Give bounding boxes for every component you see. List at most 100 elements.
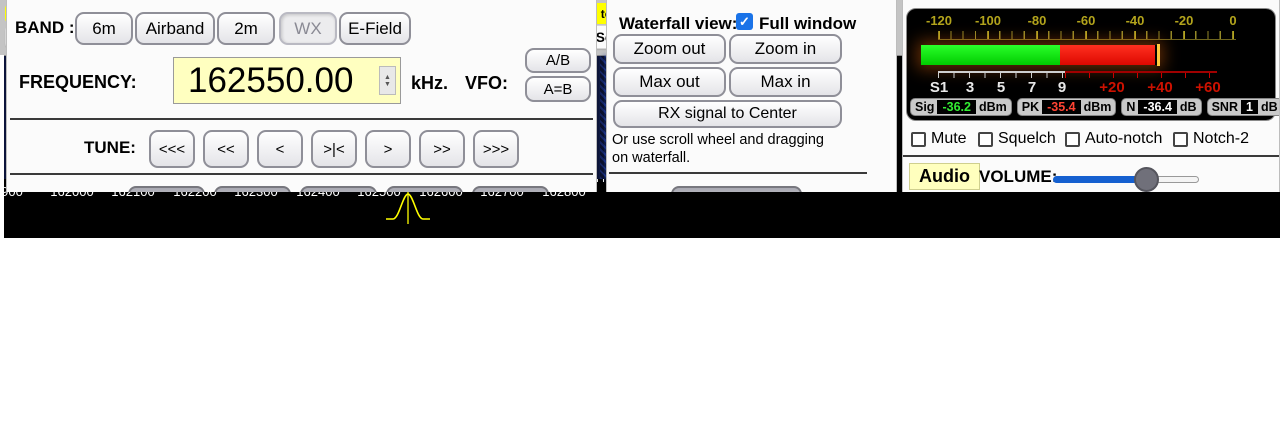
scroll-hint-line1: Or use scroll wheel and dragging (612, 132, 824, 148)
waterfall-view-panel: Waterfall view: ✓ Full window Zoom out Z… (606, 0, 897, 192)
plus-scale-label: +40 (1147, 79, 1172, 96)
s-scale-label: 9 (1058, 79, 1066, 96)
band-button-airband[interactable]: Airband (135, 12, 215, 45)
n-value: -36.4 (1138, 100, 1177, 114)
spinner-up-icon[interactable]: ▲ (384, 74, 391, 81)
tuning-panel: BAND : 6m Airband 2m WX E-Field FREQUENC… (6, 0, 597, 192)
auto-notch-checkbox[interactable] (1065, 132, 1080, 147)
signal-bar (921, 45, 1159, 65)
notch2-label[interactable]: Notch-2 (1193, 130, 1249, 148)
tune-down-3-button[interactable]: <<< (149, 130, 195, 168)
s-scale-label: S1 (930, 79, 948, 96)
scroll-hint-line2: on waterfall. (612, 150, 690, 166)
full-window-label[interactable]: Full window (759, 14, 856, 34)
squelch-option: Squelch (978, 130, 1056, 148)
s-meter: -120 -100 -80 -60 -40 -20 0 S1 3 5 7 9 +… (906, 8, 1276, 121)
divider (10, 173, 593, 175)
frequency-input[interactable] (173, 57, 401, 104)
meter-scale-label: 0 (1229, 13, 1236, 28)
vfo-ab-button[interactable]: A/B (525, 48, 591, 73)
pk-label: PK (1022, 100, 1039, 114)
tune-label: TUNE: (84, 138, 136, 158)
zoom-in-button[interactable]: Zoom in (729, 34, 842, 64)
volume-slider-thumb[interactable] (1134, 167, 1159, 192)
mode-button-partial[interactable] (214, 186, 291, 192)
frequency-label: FREQUENCY: (19, 72, 137, 93)
n-unit: dB (1180, 100, 1197, 114)
mute-checkbox[interactable] (911, 132, 926, 147)
rx-to-center-button[interactable]: RX signal to Center (613, 100, 842, 128)
audio-tab[interactable]: Audio (909, 163, 980, 190)
snr-unit: dB (1261, 100, 1278, 114)
noise-readout: N -36.4 dB (1121, 98, 1201, 116)
divider (609, 172, 867, 174)
band-button-2m[interactable]: 2m (217, 12, 275, 45)
frequency-spinner[interactable]: ▲ ▼ (379, 66, 396, 95)
band-button-efield[interactable]: E-Field (339, 12, 411, 45)
volume-track-filled[interactable] (1053, 176, 1137, 183)
zoom-out-button[interactable]: Zoom out (613, 34, 726, 64)
meter-plus-ticks (1065, 71, 1217, 78)
s-scale-label: 3 (966, 79, 974, 96)
s-scale-label: 5 (997, 79, 1005, 96)
audio-label: Audio (919, 166, 970, 187)
squelch-label[interactable]: Squelch (998, 130, 1056, 148)
mute-option: Mute (911, 130, 967, 148)
signal-bar-red (1060, 45, 1155, 65)
checkmark-icon: ✓ (739, 14, 750, 30)
plus-scale-label: +60 (1195, 79, 1220, 96)
sig-unit: dBm (979, 100, 1007, 114)
waterfall-view-title: Waterfall view: (619, 14, 737, 34)
mute-label[interactable]: Mute (931, 130, 967, 148)
meter-s-ticks (938, 71, 1065, 78)
spinner-down-icon[interactable]: ▼ (384, 81, 391, 88)
auto-notch-option: Auto-notch (1065, 130, 1162, 148)
peak-marker (1157, 44, 1160, 66)
khz-label: kHz. (411, 73, 448, 94)
meter-scale-label: -100 (975, 13, 1001, 28)
snr-readout: SNR 1 dB (1207, 98, 1280, 116)
meter-scale-label: -60 (1077, 13, 1096, 28)
max-in-button[interactable]: Max in (729, 67, 842, 97)
snr-label: SNR (1212, 100, 1238, 114)
auto-notch-label[interactable]: Auto-notch (1085, 130, 1162, 148)
meter-readouts: Sig -36.2 dBm PK -35.4 dBm N -36.4 dB SN… (910, 98, 1280, 116)
tune-center-button[interactable]: >|< (311, 130, 357, 168)
tune-down-2-button[interactable]: << (203, 130, 249, 168)
plus-scale-label: +20 (1099, 79, 1124, 96)
audio-meter-panel: -120 -100 -80 -60 -40 -20 0 S1 3 5 7 9 +… (902, 0, 1280, 192)
pk-unit: dBm (1084, 100, 1112, 114)
sig-label: Sig (915, 100, 934, 114)
snr-value: 1 (1241, 100, 1258, 114)
sig-readout: Sig -36.2 dBm (910, 98, 1012, 116)
s-scale-label: 7 (1028, 79, 1036, 96)
signal-bar-green (921, 45, 1060, 65)
meter-scale-label: -80 (1028, 13, 1047, 28)
notch2-checkbox[interactable] (1173, 132, 1188, 147)
partial-button[interactable] (671, 186, 802, 192)
n-label: N (1126, 100, 1135, 114)
tune-up-2-button[interactable]: >> (419, 130, 465, 168)
divider (10, 118, 593, 120)
tune-up-3-button[interactable]: >>> (473, 130, 519, 168)
sig-value: -36.2 (937, 100, 976, 114)
meter-scale-label: -40 (1126, 13, 1145, 28)
divider (903, 155, 1279, 157)
mode-button-partial[interactable] (386, 186, 463, 192)
mode-button-partial[interactable] (472, 186, 549, 192)
band-button-6m[interactable]: 6m (75, 12, 133, 45)
meter-scale-label: -20 (1175, 13, 1194, 28)
tune-down-1-button[interactable]: < (257, 130, 303, 168)
websdr-page: Please join FaceBook Group WASHINGTON DC… (0, 0, 1280, 430)
tune-up-1-button[interactable]: > (365, 130, 411, 168)
vfo-label: VFO: (465, 73, 508, 94)
squelch-checkbox[interactable] (978, 132, 993, 147)
band-button-wx[interactable]: WX (279, 12, 337, 45)
vfo-aeqb-button[interactable]: A=B (525, 76, 591, 102)
mode-button-partial[interactable] (128, 186, 205, 192)
meter-scale-label: -120 (926, 13, 952, 28)
volume-label: VOLUME: (979, 167, 1057, 187)
full-window-checkbox[interactable]: ✓ (736, 13, 753, 30)
mode-button-partial[interactable] (300, 186, 377, 192)
max-out-button[interactable]: Max out (613, 67, 726, 97)
